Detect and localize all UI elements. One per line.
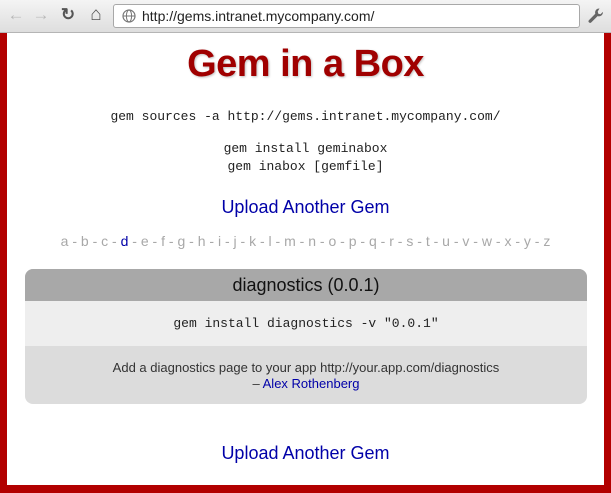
letter-separator: - [148, 233, 162, 249]
letter-link-n[interactable]: n [308, 233, 316, 249]
gem-author-link[interactable]: Alex Rothenberg [263, 376, 360, 391]
gem-inabox-command: gem inabox [gemfile] [227, 159, 384, 174]
letter-link-y[interactable]: y [524, 233, 531, 249]
gem-name: diagnostics (0.0.1) [25, 269, 587, 301]
letter-link-e[interactable]: e [141, 233, 149, 249]
letter-separator: - [205, 233, 218, 249]
letter-separator: - [295, 233, 309, 249]
letter-separator: - [469, 233, 482, 249]
letter-link-p[interactable]: p [349, 233, 357, 249]
url-text: http://gems.intranet.mycompany.com/ [142, 8, 375, 24]
letter-link-b[interactable]: b [81, 233, 89, 249]
page-content: Gem in a Box gem sources -a http://gems.… [7, 33, 604, 485]
home-button[interactable]: ⌂ [86, 4, 106, 25]
letter-separator: - [336, 233, 349, 249]
upload-gem-link-bottom[interactable]: Upload Another Gem [7, 443, 604, 464]
letter-link-z[interactable]: z [543, 233, 550, 249]
alphabet-nav: a - b - c - d - e - f - g - h - i - j - … [7, 233, 604, 249]
letter-separator: - [429, 233, 443, 249]
address-bar[interactable]: http://gems.intranet.mycompany.com/ [113, 4, 580, 28]
author-prefix: – [252, 376, 260, 391]
letter-link-m[interactable]: m [284, 233, 296, 249]
back-button[interactable]: ← [6, 5, 26, 25]
letter-separator: - [492, 233, 505, 249]
page-frame: Gem in a Box gem sources -a http://gems.… [0, 33, 611, 493]
letter-separator: - [256, 233, 269, 249]
gem-install-snippet: gem install diagnostics -v "0.0.1" [25, 301, 587, 346]
letter-separator: - [88, 233, 102, 249]
letter-separator: - [511, 233, 524, 249]
letter-separator: - [316, 233, 329, 249]
letter-separator: - [221, 233, 234, 249]
gem-card: diagnostics (0.0.1) gem install diagnost… [25, 269, 587, 404]
letter-link-w[interactable]: w [482, 233, 492, 249]
gem-description-block: Add a diagnostics page to your app http:… [25, 346, 587, 392]
letter-separator: - [185, 233, 198, 249]
letter-separator: - [393, 233, 407, 249]
wrench-icon[interactable] [586, 6, 606, 26]
letter-separator: - [413, 233, 426, 249]
page-title: Gem in a Box [187, 43, 424, 85]
letter-separator: - [68, 233, 81, 249]
letter-separator: - [356, 233, 369, 249]
letter-separator: - [376, 233, 390, 249]
letter-separator: - [236, 233, 250, 249]
letter-separator: - [530, 233, 544, 249]
letter-separator: - [128, 233, 141, 249]
gem-sources-command: gem sources -a http://gems.intranet.myco… [110, 109, 501, 124]
globe-icon [122, 9, 136, 23]
letter-separator: - [108, 233, 121, 249]
gem-author-line: – Alex Rothenberg [25, 376, 587, 392]
letter-link-u[interactable]: u [442, 233, 450, 249]
letter-separator: - [271, 233, 285, 249]
forward-button[interactable]: → [31, 5, 51, 25]
reload-button[interactable]: ↻ [58, 5, 78, 25]
letter-link-q[interactable]: q [369, 233, 377, 249]
upload-gem-link-top[interactable]: Upload Another Gem [7, 197, 604, 218]
gem-install-command: gem install geminabox [223, 141, 388, 156]
letter-separator: - [164, 233, 178, 249]
gem-description: Add a diagnostics page to your app http:… [112, 360, 500, 375]
browser-toolbar: ← → ↻ ⌂ http://gems.intranet.mycompany.c… [0, 0, 611, 33]
letter-separator: - [449, 233, 463, 249]
